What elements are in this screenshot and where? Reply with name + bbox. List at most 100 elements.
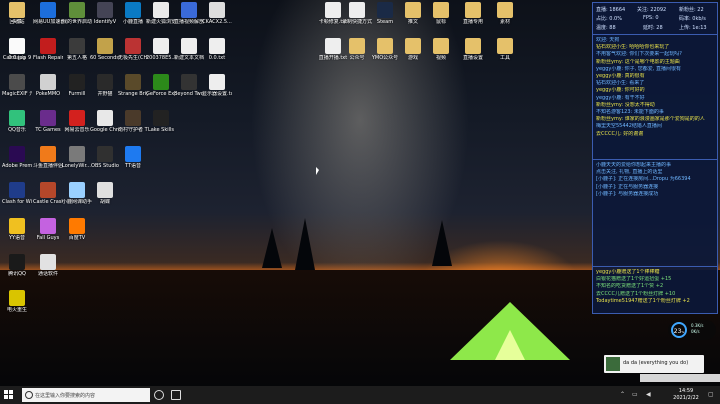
desktop-icon[interactable]: PokeMMO: [33, 74, 63, 97]
app-icon: [9, 254, 25, 270]
desktop-icon[interactable]: 胡蝶: [90, 182, 120, 205]
event-message: 点击关注, 礼物, 直播上的话里: [596, 169, 663, 176]
desktop-icon[interactable]: QQ音乐: [2, 110, 32, 133]
app-icon: [181, 2, 197, 18]
desktop-icon[interactable]: 录制快捷方式.txt: [342, 2, 372, 25]
input-method-bar[interactable]: [640, 374, 720, 382]
desktop-icon[interactable]: 小鹿直播: [118, 2, 148, 25]
desktop-icon-label: 0.0.txt: [208, 55, 226, 61]
desktop-icon[interactable]: 通话软件: [33, 254, 63, 277]
desktop-icon[interactable]: 新建火狐浏览器 Online(F...: [146, 2, 176, 25]
desktop-icon[interactable]: 南村守护者 The Invisib...: [118, 110, 148, 133]
task-view-button[interactable]: [171, 390, 181, 400]
desktop-icon[interactable]: YMO公众号: [370, 38, 400, 61]
divider: [593, 266, 717, 267]
gift-message: Todaytime51947赠送了1个粉丝灯牌 +2: [596, 297, 690, 304]
desktop-icon-label: 我的世界启动器: [62, 19, 92, 25]
desktop-icon[interactable]: 腾讯QQ: [2, 254, 32, 277]
network-icon[interactable]: ▭: [632, 391, 638, 398]
desktop-icon[interactable]: Furmill: [62, 74, 92, 97]
desktop-icon[interactable]: GeForce Experience: [146, 74, 176, 97]
desktop-icon[interactable]: 直播专用: [458, 2, 488, 25]
desktop-icon[interactable]: Lake Skills: [146, 110, 176, 133]
desktop-icon[interactable]: 推文: [398, 2, 428, 25]
desktop-icon[interactable]: 视频: [426, 38, 456, 61]
desktop-icon[interactable]: 网易云音乐: [62, 110, 92, 133]
app-icon: [433, 38, 449, 54]
app-icon: [9, 2, 25, 18]
desktop-icon[interactable]: Clash for Windows: [2, 182, 32, 205]
desktop-icon[interactable]: Strange Brigade: [118, 74, 148, 97]
desktop-icon[interactable]: Flash Repair: [33, 38, 63, 61]
desktop-icon[interactable]: 斗鱼直播伴侣: [33, 146, 63, 169]
desktop-icon-label: 工具: [499, 55, 510, 61]
chat-message: 不知名游客123: 未能下面的事: [596, 109, 664, 116]
desktop-icon[interactable]: Google Chrome: [90, 110, 120, 133]
desktop-icon[interactable]: 第五人格: [62, 38, 92, 61]
desktop-icon[interactable]: 我的世界启动器: [62, 2, 92, 25]
desktop-icon[interactable]: LonelyWir... 快捷方式: [62, 146, 92, 169]
desktop-icon[interactable]: Steam: [370, 2, 400, 25]
desktop-icon[interactable]: 新建文本文档.txt: [174, 38, 204, 61]
desktop-icon-label: TT语音: [124, 163, 142, 169]
desktop-icon[interactable]: 0.0.txt: [202, 38, 232, 61]
desktop-icon[interactable]: 井野猫: [90, 74, 120, 97]
search-placeholder: 在这里输入你要搜索的内容: [35, 393, 96, 399]
desktop-icon[interactable]: IdentifyV: [90, 2, 120, 25]
event-message: 小鹿天天的爱给你想起来主播的事: [596, 162, 672, 168]
desktop-icon[interactable]: 游戏: [398, 38, 428, 61]
taskbar: 在这里输入你要搜索的内容 ⌃ ▭ ◀ 14:59 2021/2/22 ▢: [0, 386, 720, 404]
desktop-icon[interactable]: 百度TV: [62, 218, 92, 241]
desktop-icon[interactable]: 头像: [2, 2, 32, 25]
desktop-icon[interactable]: 鼠标: [426, 2, 456, 25]
desktop-icon-label: 胡蝶: [99, 199, 110, 205]
desktop-icon[interactable]: TC Games: [33, 110, 63, 133]
desktop-icon-label: Clash for Windows: [2, 199, 32, 205]
gauge-value: 23%: [671, 322, 687, 338]
notification-icon[interactable]: ▢: [708, 391, 714, 398]
desktop-icon-label: Strange Brigade: [118, 91, 148, 97]
app-icon: [181, 38, 197, 54]
desktop-icon-label: 推文: [407, 19, 418, 25]
app-icon: [465, 2, 481, 18]
volume-icon[interactable]: ◀: [646, 391, 651, 398]
desktop-icon[interactable]: OBS Studio: [90, 146, 120, 169]
start-button[interactable]: [4, 390, 14, 400]
app-icon: [125, 74, 141, 90]
taskbar-clock[interactable]: 14:59 2021/2/22: [668, 388, 704, 402]
desktop-icon[interactable]: 200378E5...: [146, 38, 176, 61]
tray-chevron-icon[interactable]: ⌃: [620, 391, 625, 398]
desktop-icon[interactable]: 小鹿网课助手: [62, 182, 92, 205]
desktop-icon[interactable]: 60 Seconds! Reatomized: [90, 38, 120, 61]
desktop-icon[interactable]: 网易UU加速器: [33, 2, 63, 25]
cortana-button[interactable]: [154, 390, 164, 400]
desktop-icon-label: 通话软件: [37, 271, 58, 277]
desktop-icon[interactable]: Castle Crashers: [33, 182, 63, 205]
desktop-icon[interactable]: YY语音: [2, 218, 32, 241]
desktop-icon[interactable]: Beyond Two Souls: [174, 74, 204, 97]
desktop-icon[interactable]: 无极先生(CHUCHEL): [118, 38, 148, 61]
taskbar-search[interactable]: 在这里输入你要搜索的内容: [22, 388, 150, 402]
stat-temp: 温度: 88: [596, 25, 616, 31]
desktop-icon[interactable]: CKACX2.5...: [202, 2, 232, 25]
app-icon: [40, 38, 56, 54]
desktop-icon[interactable]: 素材: [490, 2, 520, 25]
desktop-icon[interactable]: Fall Guys: [33, 218, 63, 241]
app-icon: [349, 38, 365, 54]
desktop-icon[interactable]: 0.0.jpg: [2, 38, 32, 61]
desktop-icon[interactable]: MagicEXIF 元数据编辑器: [2, 74, 32, 97]
app-icon: [125, 110, 141, 126]
desktop-icon[interactable]: 直播设置: [458, 38, 488, 61]
desktop-icon[interactable]: Adobe Premie...: [2, 146, 32, 169]
desktop-icon[interactable]: 显示器设置.txt: [202, 74, 232, 97]
desktop-icon[interactable]: 工具: [490, 38, 520, 61]
stat-fps: FPS: 0: [643, 15, 659, 21]
app-icon: [69, 2, 85, 18]
desktop-icon[interactable]: 电火重生: [2, 290, 32, 313]
search-icon: [25, 391, 33, 399]
desktop-icon[interactable]: 直播视频解剖软件: [174, 2, 204, 25]
desktop-icon[interactable]: TT语音: [118, 146, 148, 169]
music-notification[interactable]: da da (everything you do): [604, 355, 704, 373]
desktop-icon-label: YY语音: [8, 235, 26, 241]
desktop-icon[interactable]: 公众号: [342, 38, 372, 61]
